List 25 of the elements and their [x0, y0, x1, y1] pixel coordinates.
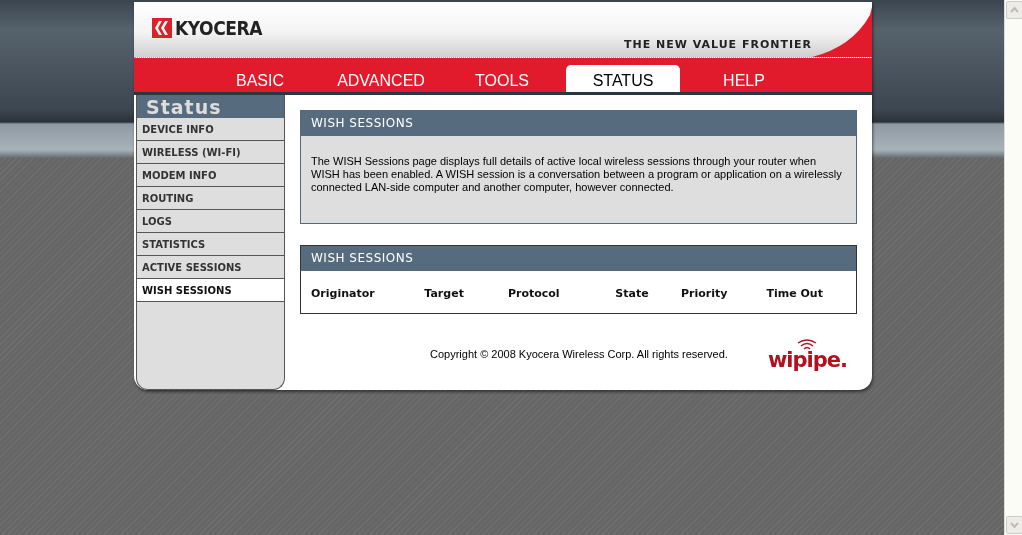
column-header: Time Out: [766, 287, 823, 300]
column-header: Originator: [311, 287, 375, 300]
tagline: THE NEW VALUE FRONTIER: [624, 38, 813, 51]
column-header: Target: [424, 287, 464, 300]
scroll-up-icon[interactable]: [1006, 1, 1022, 19]
nav-tab[interactable]: ADVANCED: [324, 65, 438, 92]
column-header: Priority: [680, 287, 728, 300]
description-text: The WISH Sessions page displays full details of active local wireless sessions through your router when WISH has been enabled. A WISH session is a conversation between a program or application on a wirelessly connected LAN-side computer and another computer, however connected.: [310, 154, 843, 195]
wipipe-logo: wipipe.: [767, 350, 847, 370]
sidebar-title: Status: [137, 95, 284, 118]
signal-waves-icon: [796, 338, 819, 350]
panel-title: WISH SESSIONS: [301, 246, 856, 271]
nav-tab[interactable]: BASIC: [203, 65, 317, 92]
nav-tab[interactable]: TOOLS: [445, 65, 559, 92]
sidebar-item[interactable]: WISH SESSIONS: [137, 279, 284, 302]
brand-logo: KYOCERA: [175, 17, 263, 39]
scrollbar[interactable]: [1004, 0, 1022, 535]
column-header: State: [615, 287, 649, 300]
nav-tab[interactable]: STATUS: [566, 65, 680, 92]
nav-tab[interactable]: HELP: [687, 65, 801, 92]
logo-icon: [152, 18, 172, 38]
panel-title: WISH SESSIONS: [301, 111, 856, 136]
copyright-text: Copyright © 2008 Kyocera Wireless Corp. All rights reserved.: [430, 348, 728, 360]
scroll-down-icon[interactable]: [1006, 516, 1022, 534]
column-header: Protocol: [507, 287, 560, 300]
